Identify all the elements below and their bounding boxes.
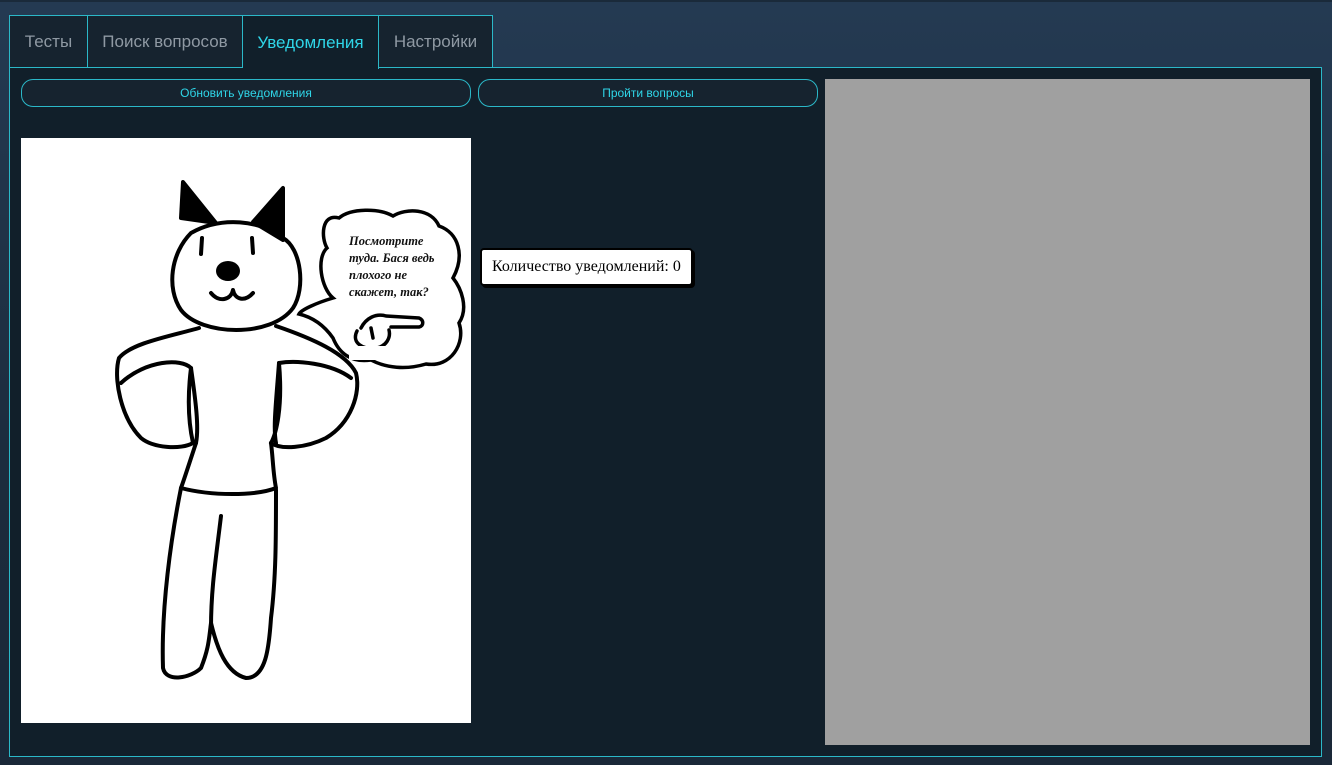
refresh-notifications-button[interactable]: Обновить уведомления (21, 79, 471, 107)
mascot-picture: Посмотрите туда. Бася ведь плохого не ск… (21, 138, 471, 723)
speech-line-2: туда. Бася ведь (349, 251, 435, 265)
cat-mascot-drawing: Посмотрите туда. Бася ведь плохого не ск… (115, 180, 466, 680)
notifications-content-area (825, 79, 1310, 745)
speech-line-3: плохого не (349, 268, 407, 282)
tab-bar: Тесты Поиск вопросов Уведомления Настрой… (9, 15, 493, 69)
tab-tests[interactable]: Тесты (9, 15, 88, 67)
notification-count-label: Количество уведомлений: 0 (480, 248, 693, 286)
tab-notifications[interactable]: Уведомления (243, 15, 379, 69)
speech-line-4: скажет, так? (349, 285, 429, 299)
notifications-panel: Обновить уведомления Пройти вопросы Посм… (9, 67, 1322, 757)
speech-line-1: Посмотрите (348, 234, 424, 248)
tab-settings[interactable]: Настройки (379, 15, 493, 67)
go-questions-button[interactable]: Пройти вопросы (478, 79, 818, 107)
tab-question-search[interactable]: Поиск вопросов (88, 15, 243, 67)
app-window: Тесты Поиск вопросов Уведомления Настрой… (0, 0, 1332, 765)
